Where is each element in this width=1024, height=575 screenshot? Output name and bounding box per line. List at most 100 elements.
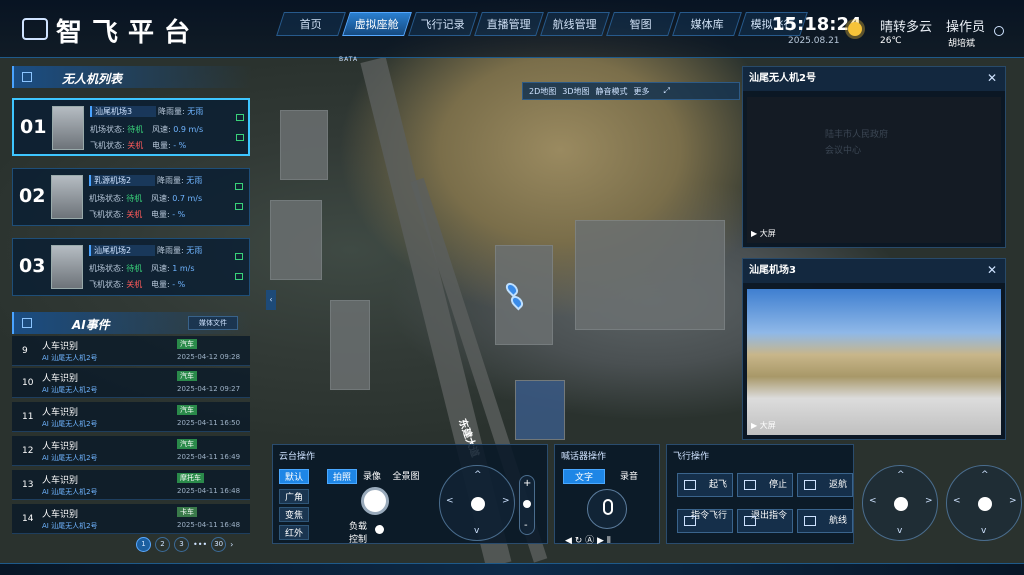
speaker-panel: 喊话器操作 文字 录音 ◀ ↻ Ⓐ ▶ ⦀ [554,444,660,546]
page-ellipsis: ••• [193,540,208,549]
gimbal-panel: 云台操作 默认 广角 变焦 红外 拍照 录像 全景图 负载控制 ^ v < > + … [272,444,548,545]
event-row[interactable]: 12 人车识别 AI 汕尾无人机2号 汽车 2025-04-11 16:49 [12,436,250,466]
left-flight-joystick[interactable]: ^ v < > [862,465,938,541]
fullscreen-icon[interactable]: ⤢ [664,86,670,96]
video-feed[interactable] [747,289,1001,435]
return-button[interactable]: 返航 [797,473,853,497]
text-tab[interactable]: 文字 [563,469,605,484]
gimbal-joystick[interactable]: ^ v < > [439,465,515,541]
payload-toggle[interactable] [375,525,384,534]
page-3[interactable]: 3 [174,537,189,552]
takeoff-button[interactable]: 起飞 [677,473,733,497]
more-button[interactable]: 更多 [634,86,650,97]
nav-flight-records[interactable]: 飞行记录 [408,12,478,36]
building [575,220,725,330]
zoom-in-icon[interactable]: + [523,478,531,489]
drone-list-header: 无人机列表 [12,66,252,88]
drone-name: 乳源机场2 [89,175,155,186]
mode-default-button[interactable]: 默认 [279,469,309,484]
square-icon [22,318,32,328]
speaker-controls[interactable]: ◀ ↻ Ⓐ ▶ ⦀ [565,533,611,546]
drone-card[interactable]: 02 乳源机场2 降雨量: 无雨 机场状态: 待机 风速: 0.7 m/s 飞机… [12,168,250,226]
location-icon [744,516,756,526]
building [330,300,370,390]
nav-routes[interactable]: 航线管理 [540,12,610,36]
route-icon [804,516,816,526]
mute-button[interactable]: 静音模式 [596,86,628,97]
right-flight-joystick[interactable]: ^ v < > [946,465,1022,541]
video-overlay-text: 会议中心 [825,146,862,156]
exit-command-button[interactable]: 退出指令 [737,509,793,533]
record-tab[interactable]: 录音 [609,469,649,484]
stop-button[interactable]: 停止 [737,473,793,497]
command-flight-button[interactable]: 指令飞行 [677,509,733,533]
event-row[interactable]: 13 人车识别 AI 汕尾无人机2号 摩托车 2025-04-11 16:48 [12,470,250,500]
dock-thumbnail [51,175,83,219]
gimbal-title: 云台操作 [279,452,316,462]
drone-name: 汕尾机场2 [89,245,155,256]
drone-number: 03 [19,255,46,277]
chart-icon[interactable] [236,134,244,141]
nav-media[interactable]: 媒体库 [672,12,742,36]
chart-icon[interactable] [235,273,243,280]
zoom-out-icon[interactable]: - [524,520,528,531]
shutter-button[interactable] [361,487,389,515]
close-icon[interactable]: ✕ [987,71,997,85]
fullscreen-button[interactable]: ▶ 大屏 [751,228,776,239]
video-panel: 汕尾无人机2号 ✕ 陆丰市人民政府 会议中心 ▶ 大屏 [742,66,1006,248]
drone-card[interactable]: 03 汕尾机场2 降雨量: 无雨 机场状态: 待机 风速: 1 m/s 飞机状态… [12,238,250,296]
map-2d-button[interactable]: 2D地图 [529,86,556,97]
close-icon[interactable]: ✕ [987,263,997,277]
sun-icon [848,22,862,36]
operator-name: 胡培斌 [948,39,976,49]
event-row[interactable]: 10 人车识别 AI 汕尾无人机2号 汽车 2025-04-12 09:27 [12,368,250,398]
operator-label: 操作员 [946,20,986,35]
event-row[interactable]: 14 人车识别 AI 汕尾无人机2号 卡车 2025-04-11 16:48 [12,504,250,534]
photo-button[interactable]: 拍照 [327,469,357,484]
page-2[interactable]: 2 [155,537,170,552]
mode-ir-button[interactable]: 红外 [279,525,309,540]
fullscreen-button[interactable]: ▶ 大屏 [751,420,776,431]
map-toolbar: 2D地图 3D地图 静音模式 更多 ⤢ [522,82,740,100]
flight-title: 飞行操作 [673,452,710,462]
zoom-slider[interactable]: + - [519,475,535,535]
chart-icon[interactable] [235,203,243,210]
panorama-button[interactable]: 全景图 [387,469,425,484]
building [270,200,322,280]
nav-live[interactable]: 直播管理 [474,12,544,36]
app-title: 智飞平台 [56,18,201,48]
page-1[interactable]: 1 [136,537,151,552]
microphone-icon [603,499,613,515]
building [515,380,565,440]
collapse-panel-button[interactable]: ‹ [266,290,276,310]
microphone-button[interactable] [587,489,627,529]
building [280,110,328,180]
plane-icon [684,516,696,526]
media-files-button[interactable]: 媒体文件 [188,316,238,330]
nav-smart-map[interactable]: 智图 [606,12,676,36]
next-page-icon[interactable]: › [230,540,233,549]
drone-name: 汕尾机场3 [90,106,156,117]
mode-wide-button[interactable]: 广角 [279,489,309,504]
date: 2025.08.21 [788,36,840,46]
temperature: 26℃ [880,36,902,46]
map-3d-button[interactable]: 3D地图 [562,86,589,97]
nav-home[interactable]: 首页 [276,12,346,36]
drone-number: 01 [20,116,47,138]
lock-icon[interactable] [235,183,243,190]
dock-thumbnail [51,245,83,289]
video-feed[interactable]: 陆丰市人民政府 会议中心 [747,97,1001,243]
stop-icon [744,480,756,490]
mode-zoom-button[interactable]: 变焦 [279,507,309,522]
event-row[interactable]: 9 人车识别 AI 汕尾无人机2号 汽车 2025-04-12 09:28 [12,336,250,366]
lock-icon[interactable] [236,114,244,121]
route-button[interactable]: 航线 [797,509,853,533]
lock-icon[interactable] [235,253,243,260]
event-row[interactable]: 11 人车识别 AI 汕尾无人机2号 汽车 2025-04-11 16:50 [12,402,250,432]
page-last[interactable]: 30 [211,537,227,552]
nav-virtual-cockpit[interactable]: 虚拟座舱 [342,12,412,36]
drone-card[interactable]: 01 汕尾机场3 降雨量: 无雨 机场状态: 待机 风速: 0.9 m/s 飞机… [12,98,250,156]
video-record-button[interactable]: 录像 [359,469,385,484]
logout-icon[interactable] [994,26,1004,36]
drone-number: 02 [19,185,46,207]
